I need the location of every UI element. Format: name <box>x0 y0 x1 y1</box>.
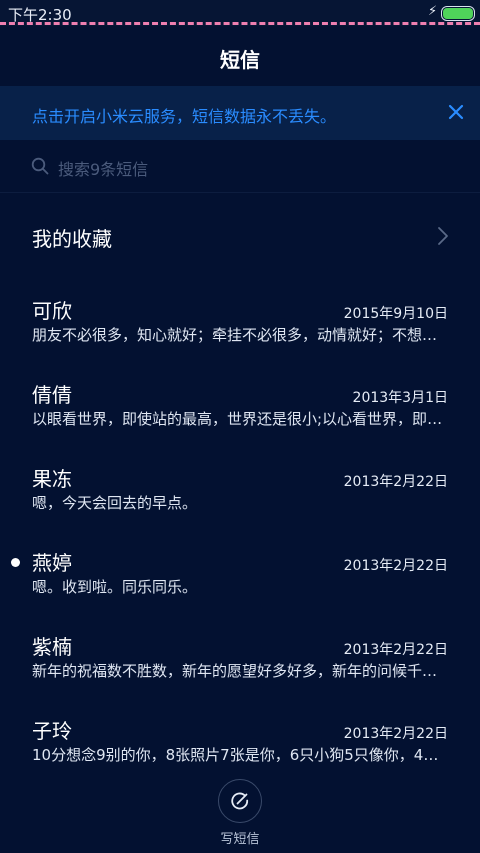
message-preview: 以眼看世界，即使站的最高，世界还是很小;以心看世界，即使站的最低 <box>32 410 448 428</box>
conversation-list: 可欣 2015年9月10日 朋友不必很多，知心就好；牵挂不必很多，动情就好；不想… <box>0 277 480 781</box>
contact-name: 子玲 <box>32 719 72 743</box>
message-preview: 嗯，今天会回去的早点。 <box>32 494 198 512</box>
contact-name: 紫楠 <box>32 635 72 659</box>
contact-name: 可欣 <box>32 299 72 323</box>
message-preview: 新年的祝福数不胜数，新年的愿望好多好多，新年的问候千言万语 <box>32 662 448 680</box>
conversation-row[interactable]: 子玲 2013年2月22日 10分想念9别的你，8张照片7张是你，6只小狗5只像… <box>0 697 480 781</box>
message-date: 2013年2月22日 <box>343 726 448 742</box>
contact-name: 果冻 <box>32 467 72 491</box>
message-preview: 嗯。收到啦。同乐同乐。 <box>32 578 198 596</box>
message-date: 2013年3月1日 <box>352 390 448 406</box>
compose-label[interactable]: 写短信 <box>0 828 480 847</box>
status-indicator-line <box>0 22 480 25</box>
message-preview: 朋友不必很多，知心就好；牵挂不必很多，动情就好；不想你的时候，那是忙碌 <box>32 326 448 344</box>
message-date: 2013年2月22日 <box>343 642 448 658</box>
conversation-row[interactable]: 可欣 2015年9月10日 朋友不必很多，知心就好；牵挂不必很多，动情就好；不想… <box>0 277 480 361</box>
unread-dot-icon <box>11 558 20 567</box>
cloud-service-banner[interactable]: 点击开启小米云服务，短信数据永不丢失。 <box>0 86 480 140</box>
search-input[interactable]: 搜索9条短信 <box>58 156 148 180</box>
chevron-right-icon <box>438 227 448 245</box>
search-icon <box>31 157 49 175</box>
compose-button[interactable] <box>218 779 262 823</box>
favorites-item[interactable]: 我的收藏 <box>0 193 480 277</box>
status-bar: 下午2:30 ⚡ <box>0 0 480 26</box>
conversation-row[interactable]: 燕婷 2013年2月22日 嗯。收到啦。同乐同乐。 <box>0 529 480 613</box>
conversation-row[interactable]: 紫楠 2013年2月22日 新年的祝福数不胜数，新年的愿望好多好多，新年的问候千… <box>0 613 480 697</box>
search-bar[interactable]: 搜索9条短信 <box>0 140 480 193</box>
app-header: 短信 <box>0 26 480 86</box>
favorites-label: 我的收藏 <box>32 227 112 251</box>
conversation-row[interactable]: 倩倩 2013年3月1日 以眼看世界，即使站的最高，世界还是很小;以心看世界，即… <box>0 361 480 445</box>
banner-text[interactable]: 点击开启小米云服务，短信数据永不丢失。 <box>32 103 336 127</box>
contact-name: 倩倩 <box>32 383 72 407</box>
contact-name: 燕婷 <box>32 551 72 575</box>
message-date: 2015年9月10日 <box>343 306 448 322</box>
message-date: 2013年2月22日 <box>343 474 448 490</box>
page-title: 短信 <box>220 48 260 72</box>
message-preview: 10分想念9别的你，8张照片7张是你，6只小狗5只像你，4季如春 <box>32 746 448 764</box>
close-icon[interactable] <box>444 100 468 124</box>
charging-icon: ⚡ <box>428 4 438 19</box>
conversation-row[interactable]: 果冻 2013年2月22日 嗯，今天会回去的早点。 <box>0 445 480 529</box>
battery-icon <box>441 6 475 21</box>
message-date: 2013年2月22日 <box>343 558 448 574</box>
battery-level <box>443 8 473 19</box>
compose-icon <box>231 792 249 810</box>
